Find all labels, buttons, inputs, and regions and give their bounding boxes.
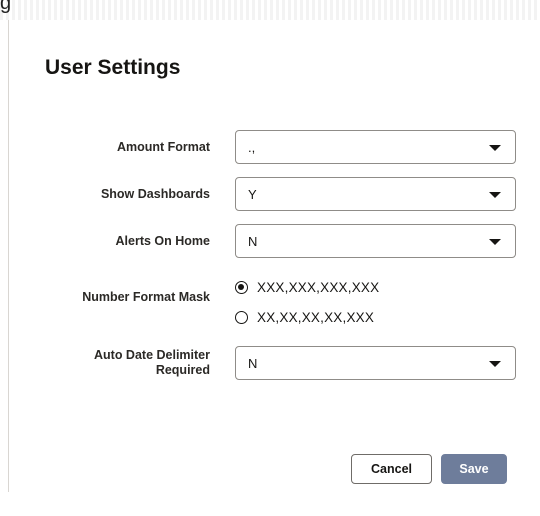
user-settings-dialog: User Settings Amount Format ., Show Dash… [8,20,540,492]
auto-date-delimiter-label-line1: Auto Date Delimiter [94,348,210,362]
alerts-on-home-label: Alerts On Home [115,234,210,248]
number-format-option-1[interactable]: XXX,XXX,XXX,XXX [235,277,379,297]
amount-format-select[interactable]: ., [235,130,516,164]
auto-date-delimiter-select[interactable]: N [235,346,516,380]
amount-format-label: Amount Format [116,140,210,154]
save-button[interactable]: Save [441,454,507,484]
radio-label: XX,XX,XX,XX,XXX [257,309,375,325]
caret-down-icon [489,239,501,245]
alerts-on-home-value: N [248,234,258,249]
number-format-mask-label: Number Format Mask [82,290,210,304]
page-title: User Settings [45,56,181,79]
caret-down-icon [489,361,501,367]
caret-down-icon [489,192,501,198]
radio-unchecked-icon[interactable] [235,310,248,324]
show-dashboards-select[interactable]: Y [235,177,516,211]
auto-date-delimiter-label-line2: Required [155,363,210,377]
top-char: g [0,0,12,14]
amount-format-value: ., [248,140,256,155]
auto-date-delimiter-label: Auto Date Delimiter Required [30,348,210,378]
show-dashboards-value: Y [248,187,257,202]
radio-label: XXX,XXX,XXX,XXX [257,279,380,295]
alerts-on-home-select[interactable]: N [235,224,516,258]
number-format-option-2[interactable]: XX,XX,XX,XX,XXX [235,307,374,327]
top-strip: g [0,0,540,20]
cancel-button[interactable]: Cancel [351,454,432,484]
caret-down-icon [489,145,501,151]
show-dashboards-label: Show Dashboards [100,187,210,201]
auto-date-delimiter-value: N [248,356,258,371]
radio-checked-icon[interactable] [235,280,248,294]
